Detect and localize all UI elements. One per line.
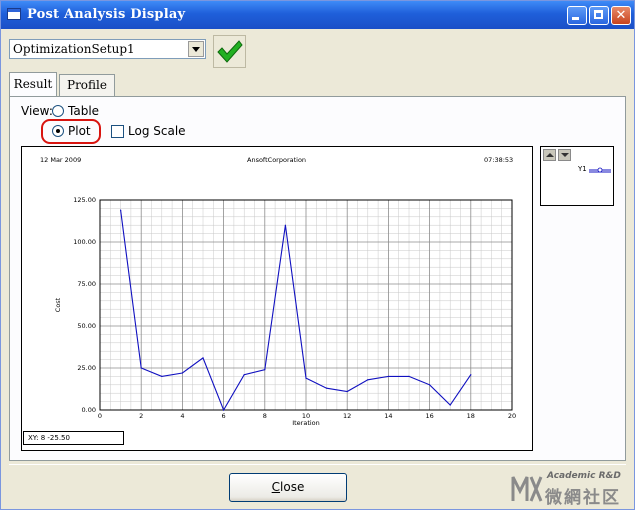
- checkmark-icon: [217, 40, 243, 63]
- x-tick-label: 0: [98, 412, 102, 420]
- x-tick-label: 14: [384, 412, 392, 420]
- xy-readout: XY: 8 -25.50: [23, 431, 124, 445]
- title-bar[interactable]: Post Analysis Display ✕: [1, 1, 634, 29]
- series-point: [284, 224, 286, 226]
- tab-profile[interactable]: Profile: [59, 74, 115, 96]
- tab-result[interactable]: Result: [9, 72, 57, 96]
- maximize-icon: [594, 10, 603, 19]
- close-icon: ✕: [615, 8, 627, 23]
- header-date: 12 Mar 2009: [40, 156, 81, 164]
- view-label: View:: [21, 104, 53, 118]
- legend-entry-label: Y1: [578, 165, 587, 173]
- watermark-logo: Academic R&D 微網社区: [509, 469, 634, 508]
- series-point: [367, 379, 369, 381]
- setup-dropdown[interactable]: OptimizationSetup1: [9, 39, 206, 59]
- watermark-line1: Academic R&D: [547, 471, 621, 481]
- series-point: [223, 409, 225, 411]
- close-button-label: lose: [280, 480, 305, 494]
- series-point: [470, 374, 472, 376]
- x-tick-label: 2: [139, 412, 143, 420]
- x-axis-label: Iteration: [292, 419, 320, 427]
- x-tick-label: 12: [343, 412, 351, 420]
- x-tick-label: 4: [180, 412, 184, 420]
- series-point: [408, 375, 410, 377]
- x-tick-label: 16: [425, 412, 433, 420]
- y-tick-label: 0.00: [82, 406, 96, 414]
- chevron-down-icon[interactable]: [188, 41, 204, 57]
- maximize-button[interactable]: [589, 6, 609, 25]
- log-scale-label: Log Scale: [128, 124, 186, 138]
- series-point: [120, 209, 122, 211]
- series-point: [346, 390, 348, 393]
- x-tick-label: 6: [222, 412, 226, 420]
- series-point: [140, 367, 142, 369]
- header-company: AnsoftCorporation: [247, 156, 306, 164]
- window-title: Post Analysis Display: [27, 7, 186, 22]
- series-point: [326, 387, 328, 389]
- watermark-emblem-icon: [511, 476, 543, 502]
- window-icon: [7, 8, 21, 20]
- setup-dropdown-value: OptimizationSetup1: [13, 42, 135, 56]
- footer-separator: [9, 464, 626, 465]
- series-point: [243, 374, 245, 376]
- close-button-mnemonic: C: [271, 480, 281, 494]
- close-button[interactable]: Close: [229, 473, 347, 502]
- y-tick-label: 50.00: [77, 322, 96, 330]
- y-tick-label: 25.00: [77, 364, 96, 372]
- series-point: [449, 404, 451, 406]
- series-point: [429, 384, 431, 386]
- log-scale-checkbox[interactable]: [111, 125, 124, 138]
- series-point: [161, 375, 163, 377]
- y-axis-label: Cost: [54, 297, 62, 312]
- series-point: [305, 377, 307, 379]
- series-point: [264, 369, 266, 371]
- plot-highlight-annotation: [41, 119, 101, 144]
- y-tick-label: 75.00: [77, 280, 96, 288]
- series-point: [387, 375, 389, 377]
- legend-scroll-up-button[interactable]: [543, 149, 556, 161]
- series-point: [202, 357, 204, 359]
- x-tick-label: 8: [263, 412, 267, 420]
- x-tick-label: 18: [467, 412, 475, 420]
- table-radio-label: Table: [68, 104, 100, 118]
- y-tick-labels: 0.00 25.00 50.00 75.00 100.00 125.00: [73, 196, 96, 414]
- window-close-button[interactable]: ✕: [611, 6, 631, 25]
- plot-area[interactable]: 12 Mar 2009 AnsoftCorporation 07:38:53 0…: [21, 146, 533, 451]
- y-tick-label: 100.00: [73, 238, 96, 246]
- x-tick-label: 20: [508, 412, 516, 420]
- series-point: [181, 372, 183, 374]
- legend-scroll-down-button[interactable]: [558, 149, 571, 161]
- table-radio[interactable]: [52, 105, 64, 117]
- apply-button[interactable]: [213, 35, 246, 68]
- header-time: 07:38:53: [484, 156, 513, 164]
- minimize-button[interactable]: [567, 6, 587, 25]
- legend-swatch: [589, 167, 611, 173]
- cost-chart: 12 Mar 2009 AnsoftCorporation 07:38:53 0…: [40, 156, 516, 427]
- legend-panel: Y1: [540, 146, 614, 206]
- watermark-line2: 微網社区: [545, 488, 621, 508]
- minimize-icon: [572, 17, 579, 20]
- y-tick-label: 125.00: [73, 196, 96, 204]
- post-analysis-window: Post Analysis Display ✕ OptimizationSetu…: [0, 0, 635, 510]
